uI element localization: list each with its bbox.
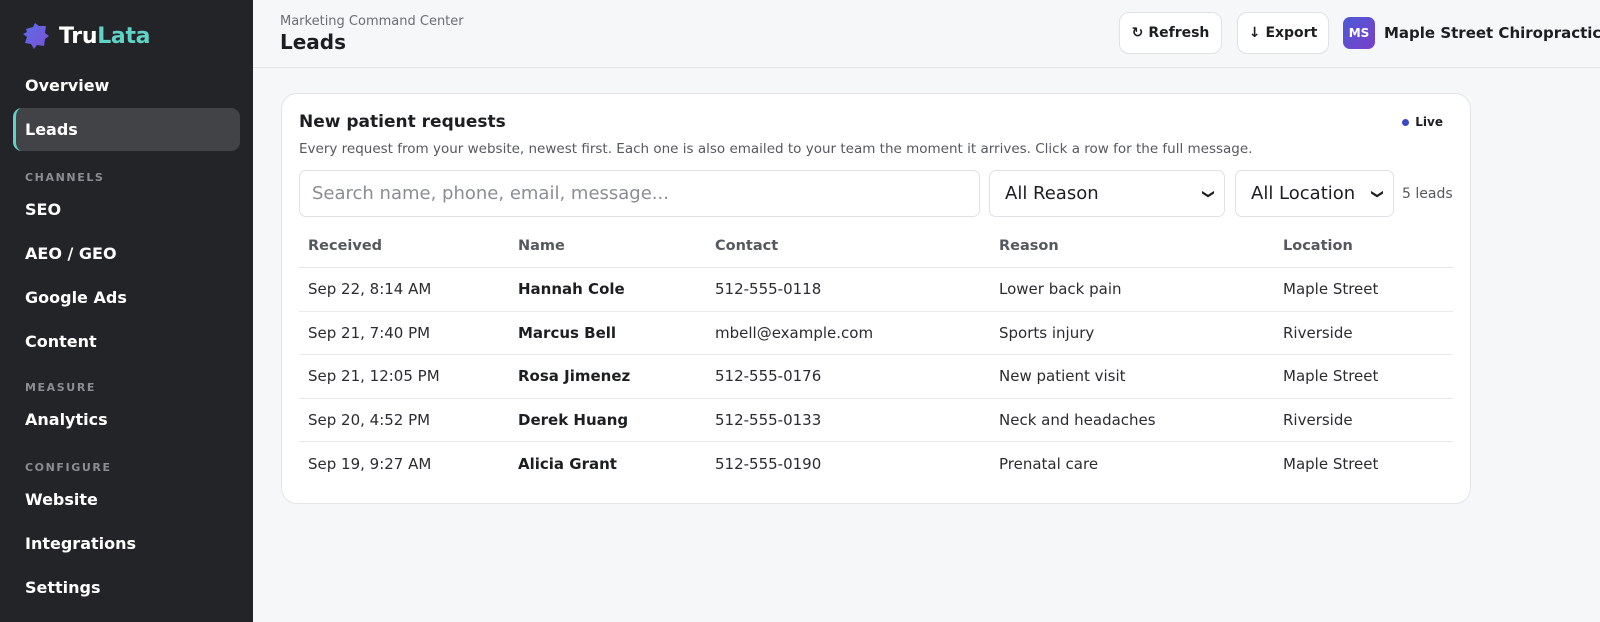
cell-reason: Sports injury	[999, 323, 1095, 342]
org-avatar: MS	[1343, 17, 1375, 49]
section-label-channels: CHANNELS	[25, 171, 105, 184]
cell-name: Rosa Jimenez	[518, 367, 631, 386]
cell-contact: 512-555-0118	[715, 280, 822, 299]
table-row[interactable]: Sep 20, 4:52 PM Derek Huang 512-555-0133…	[299, 399, 1453, 442]
brand-name: TruLata	[59, 23, 151, 49]
cell-received: Sep 19, 9:27 AM	[308, 454, 432, 473]
table-row[interactable]: Sep 19, 9:27 AM Alicia Grant 512-555-019…	[299, 442, 1453, 486]
org-switcher[interactable]: MS Maple Street Chiropractic	[1343, 17, 1600, 49]
export-button[interactable]: ↓ Export	[1237, 12, 1329, 54]
card-subtitle: Every request from your website, newest …	[299, 141, 1253, 157]
cell-name: Derek Huang	[518, 410, 629, 429]
sidebar-item-settings[interactable]: Settings	[13, 566, 240, 609]
puzzle-logo-icon	[23, 23, 49, 49]
cell-location: Riverside	[1283, 323, 1353, 342]
leads-table: Received Name Contact Reason Location Se…	[299, 225, 1453, 486]
sidebar: TruLata Overview Leads CHANNELS SEO AEO …	[0, 0, 253, 622]
table-row[interactable]: Sep 21, 7:40 PM Marcus Bell mbell@exampl…	[299, 312, 1453, 355]
section-label-measure: MEASURE	[25, 381, 97, 394]
cell-name: Hannah Cole	[518, 280, 625, 299]
live-dot-icon	[1402, 118, 1410, 126]
sidebar-item-aeo-geo[interactable]: AEO / GEO	[13, 232, 240, 275]
refresh-button[interactable]: ↻ Refresh	[1119, 12, 1222, 54]
cell-contact: 512-555-0176	[715, 367, 822, 386]
column-header-received[interactable]: Received	[299, 238, 509, 254]
cell-contact: mbell@example.com	[715, 323, 874, 342]
cell-name: Alicia Grant	[518, 454, 617, 473]
cell-location: Maple Street	[1283, 280, 1379, 299]
cell-received: Sep 21, 7:40 PM	[308, 323, 431, 342]
live-indicator: Live	[1402, 115, 1443, 129]
section-label-configure: CONFIGURE	[25, 461, 112, 474]
refresh-icon: ↻	[1131, 25, 1144, 41]
page-title: Leads	[280, 30, 347, 54]
column-header-reason[interactable]: Reason	[990, 238, 1274, 254]
reason-filter-select[interactable]: All Reason ❯	[989, 170, 1225, 217]
cell-reason: Prenatal care	[999, 454, 1099, 473]
column-header-name[interactable]: Name	[509, 238, 706, 254]
cell-contact: 512-555-0190	[715, 454, 822, 473]
leads-card: New patient requests Every request from …	[281, 93, 1471, 504]
table-row[interactable]: Sep 22, 8:14 AM Hannah Cole 512-555-0118…	[299, 268, 1453, 312]
sidebar-item-google-ads[interactable]: Google Ads	[13, 276, 240, 319]
card-title: New patient requests	[299, 112, 506, 132]
search-input[interactable]	[299, 170, 980, 217]
cell-location: Riverside	[1283, 410, 1353, 429]
sidebar-item-content[interactable]: Content	[13, 320, 240, 363]
top-header: Marketing Command Center Leads ↻ Refresh…	[253, 0, 1600, 68]
location-filter-select[interactable]: All Location ❯	[1235, 170, 1394, 217]
cell-contact: 512-555-0133	[715, 410, 822, 429]
cell-received: Sep 22, 8:14 AM	[308, 280, 432, 299]
sidebar-item-overview[interactable]: Overview	[13, 64, 240, 107]
sidebar-item-analytics[interactable]: Analytics	[13, 398, 240, 441]
cell-name: Marcus Bell	[518, 323, 617, 342]
column-header-contact[interactable]: Contact	[706, 238, 990, 254]
cell-reason: Lower back pain	[999, 280, 1122, 299]
cell-received: Sep 21, 12:05 PM	[308, 367, 440, 386]
cell-location: Maple Street	[1283, 367, 1379, 386]
cell-reason: New patient visit	[999, 367, 1126, 386]
cell-reason: Neck and headaches	[999, 410, 1156, 429]
brand[interactable]: TruLata	[22, 22, 151, 50]
cell-received: Sep 20, 4:52 PM	[308, 410, 431, 429]
org-name: Maple Street Chiropractic	[1384, 24, 1600, 42]
download-arrow-icon: ↓	[1248, 25, 1261, 41]
sidebar-item-integrations[interactable]: Integrations	[13, 522, 240, 565]
sidebar-item-leads[interactable]: Leads	[13, 108, 240, 151]
breadcrumb: Marketing Command Center	[280, 14, 464, 29]
chevron-down-icon: ❯	[1201, 188, 1216, 199]
chevron-down-icon: ❯	[1370, 188, 1385, 199]
sidebar-item-seo[interactable]: SEO	[13, 188, 240, 231]
table-row[interactable]: Sep 21, 12:05 PM Rosa Jimenez 512-555-01…	[299, 355, 1453, 399]
column-header-location[interactable]: Location	[1274, 238, 1453, 254]
sidebar-item-website[interactable]: Website	[13, 478, 240, 521]
cell-location: Maple Street	[1283, 454, 1379, 473]
lead-count: 5 leads	[1402, 186, 1453, 202]
table-header: Received Name Contact Reason Location	[299, 225, 1453, 268]
